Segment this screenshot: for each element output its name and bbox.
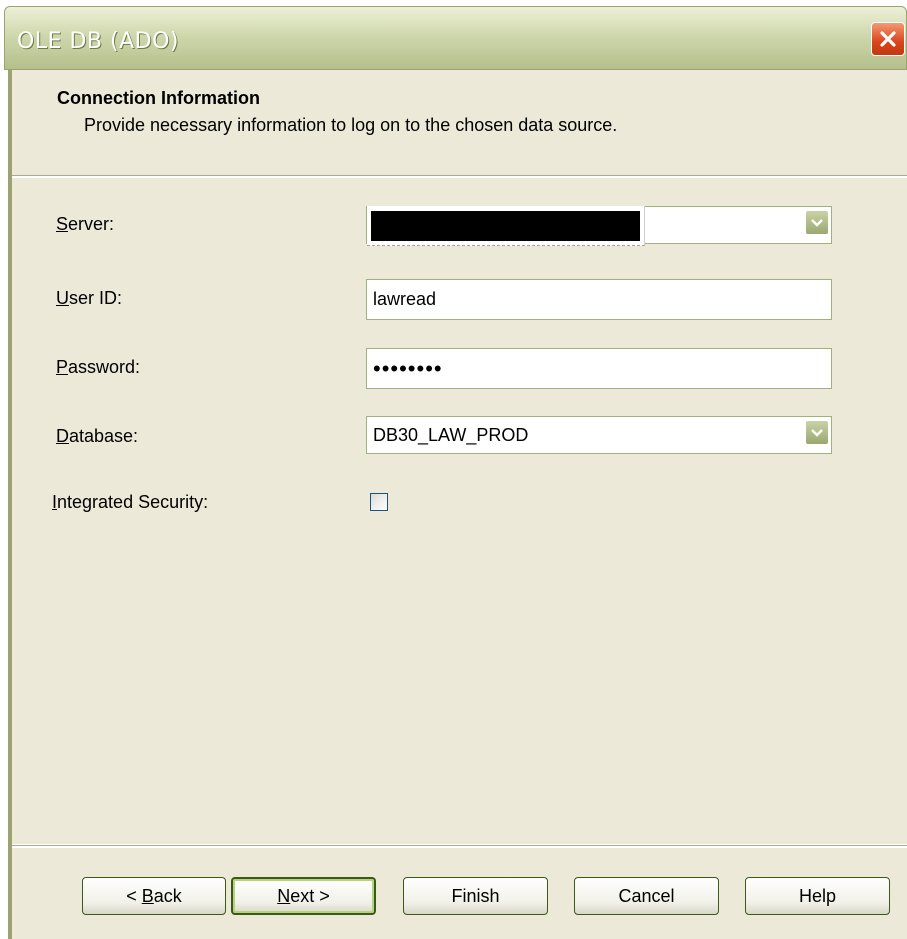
header-subtitle: Provide necessary information to log on … (84, 115, 618, 135)
integrated-security-label: Integrated Security: (52, 492, 208, 513)
password-label: Password: (56, 357, 140, 378)
integrated-security-checkbox[interactable] (370, 493, 388, 511)
server-label-access-key: S (56, 214, 69, 234)
next-button-label: ext > (290, 885, 330, 906)
user-id-label-text: ser ID: (69, 288, 123, 308)
help-button-label: Help (798, 885, 837, 906)
back-button-prefix: < (126, 885, 142, 906)
cancel-button[interactable]: Cancel (574, 877, 719, 915)
server-label: Server: (56, 214, 114, 235)
help-button[interactable]: Help (745, 877, 890, 915)
back-button-access-key: B (141, 885, 154, 906)
password-value: •••••••• (373, 355, 443, 381)
user-id-label: User ID: (56, 288, 122, 309)
finish-button-label: Finish (451, 885, 500, 906)
back-button[interactable]: < Back (82, 877, 226, 915)
database-label-text: atabase: (69, 426, 139, 446)
server-value-redacted (367, 206, 645, 246)
next-button-access-key: N (277, 885, 291, 906)
server-dropdown-button[interactable] (805, 210, 829, 235)
finish-button[interactable]: Finish (403, 877, 548, 915)
ole-db-dialog: OLE DB (ADO) Connection Information Prov… (0, 0, 907, 939)
database-dropdown-button[interactable] (805, 420, 829, 445)
title-bar[interactable]: OLE DB (ADO) (4, 6, 907, 70)
chevron-down-icon (811, 428, 823, 437)
header-separator (12, 175, 907, 177)
password-input[interactable]: •••••••• (366, 348, 832, 389)
next-button[interactable]: Next > (231, 877, 376, 915)
redaction-block (371, 211, 640, 241)
wizard-header: Connection Information Provide necessary… (12, 70, 907, 175)
footer-separator (12, 845, 907, 847)
password-label-access-key: P (56, 357, 69, 377)
database-combobox[interactable]: DB30_LAW_PROD (366, 416, 832, 454)
window-title: OLE DB (ADO) (17, 29, 179, 54)
close-button[interactable] (871, 22, 905, 56)
header-title: Connection Information (57, 88, 260, 108)
chevron-down-icon (811, 218, 823, 227)
back-button-label: ack (153, 885, 182, 906)
server-combobox[interactable] (366, 206, 832, 246)
database-value: DB30_LAW_PROD (373, 424, 529, 445)
cancel-button-label: Cancel (618, 885, 675, 906)
database-label: Database: (56, 426, 138, 447)
user-id-label-access-key: U (56, 288, 69, 308)
server-label-text: erver: (68, 214, 115, 234)
password-label-text: assword: (68, 357, 141, 377)
user-id-value: lawread (373, 289, 437, 309)
user-id-input[interactable]: lawread (366, 279, 832, 320)
close-x-icon (880, 31, 896, 47)
integrated-security-label-text: ntegrated Security: (57, 492, 209, 512)
database-label-access-key: D (56, 426, 69, 446)
